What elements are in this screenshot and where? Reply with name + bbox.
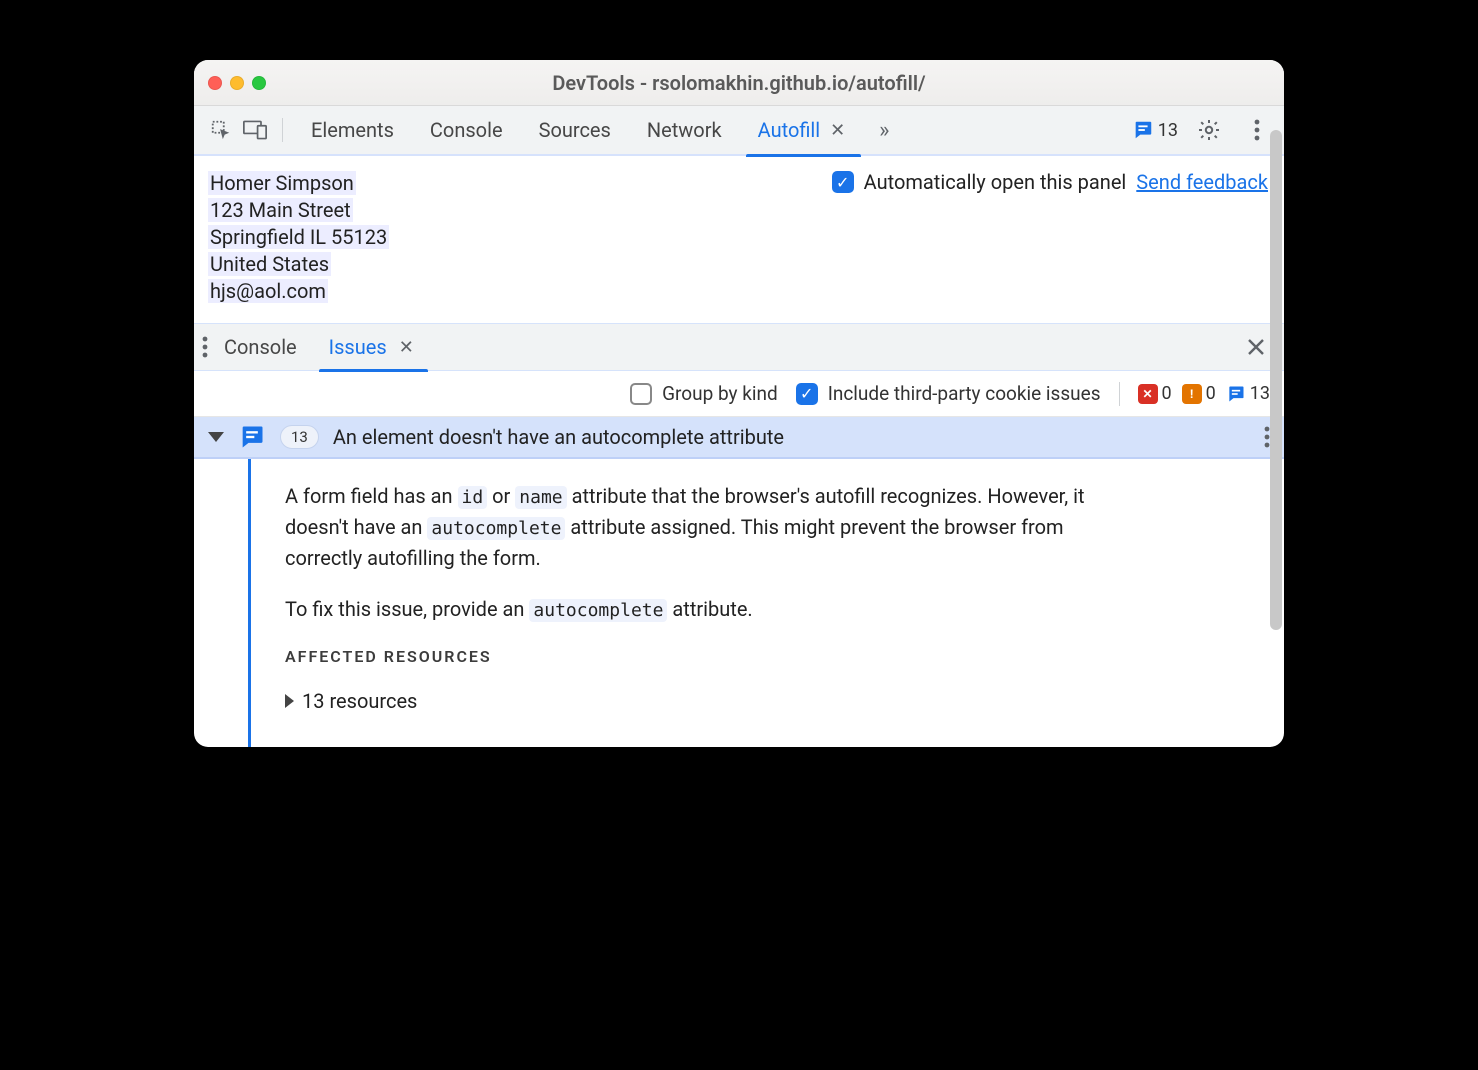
include-third-party-checkbox[interactable]: ✓ Include third-party cookie issues (796, 382, 1101, 405)
autofill-pane-controls: ✓ Automatically open this panel Send fee… (832, 170, 1268, 194)
tab-elements[interactable]: Elements (293, 105, 412, 155)
issue-info-icon (238, 423, 266, 451)
collapse-icon[interactable] (208, 432, 224, 442)
more-tabs-icon[interactable]: » (867, 113, 901, 147)
issue-body: A form field has an id or name attribute… (194, 459, 1284, 747)
settings-icon[interactable] (1192, 113, 1226, 147)
window-title: DevTools - rsolomakhin.github.io/autofil… (194, 71, 1284, 95)
issue-paragraph-2: To fix this issue, provide an autocomple… (285, 594, 1141, 625)
inspect-element-icon[interactable] (204, 113, 238, 147)
drawer-tab-console[interactable]: Console (208, 323, 313, 371)
drawer-tab-label: Issues (329, 335, 387, 359)
tab-console[interactable]: Console (412, 105, 521, 155)
tab-sources[interactable]: Sources (521, 105, 629, 155)
code-autocomplete: autocomplete (529, 599, 667, 622)
tab-label: Network (647, 118, 722, 142)
issues-counter-button[interactable]: 13 (1132, 119, 1178, 141)
close-tab-icon[interactable]: ✕ (826, 118, 849, 143)
scrollbar-thumb[interactable] (1270, 130, 1282, 630)
drawer-tab-label: Console (224, 335, 297, 359)
address-email: hjs@aol.com (208, 279, 328, 303)
code-name: name (515, 486, 566, 509)
main-toolbar: Elements Console Sources Network Autofil… (194, 106, 1284, 156)
autofill-pane: Homer Simpson 123 Main Street Springfiel… (194, 156, 1284, 323)
address-name: Homer Simpson (208, 171, 356, 195)
issues-count: 13 (1158, 120, 1178, 141)
auto-open-checkbox[interactable]: ✓ (832, 171, 854, 193)
address-country: United States (208, 252, 331, 276)
group-by-kind-checkbox[interactable]: Group by kind (630, 382, 778, 405)
warnings-count: 0 (1206, 383, 1216, 404)
affected-resources-title: AFFECTED RESOURCES (285, 645, 1141, 670)
address-csz: Springfield IL 55123 (208, 225, 389, 249)
include-third-party-label: Include third-party cookie issues (828, 382, 1101, 405)
devtools-window: DevTools - rsolomakhin.github.io/autofil… (194, 60, 1284, 747)
warning-icon: ! (1182, 384, 1202, 404)
warnings-filter[interactable]: ! 0 (1182, 383, 1216, 404)
errors-count: 0 (1162, 383, 1172, 404)
expand-icon (285, 694, 294, 708)
autofill-address-block: Homer Simpson 123 Main Street Springfiel… (208, 170, 389, 305)
info-icon (1226, 384, 1246, 404)
drawer-tab-bar: Console Issues ✕ (194, 323, 1284, 371)
drawer-tab-issues[interactable]: Issues ✕ (313, 323, 434, 371)
info-count: 13 (1250, 383, 1270, 404)
tab-network[interactable]: Network (629, 105, 740, 155)
tab-label: Sources (539, 118, 611, 142)
auto-open-label: Automatically open this panel (864, 170, 1127, 194)
group-by-kind-label: Group by kind (662, 382, 778, 405)
error-icon: ✕ (1138, 384, 1158, 404)
titlebar: DevTools - rsolomakhin.github.io/autofil… (194, 60, 1284, 106)
info-filter[interactable]: 13 (1226, 383, 1270, 404)
checkbox-icon (630, 383, 652, 405)
tab-autofill[interactable]: Autofill ✕ (740, 105, 868, 155)
issue-header[interactable]: 13 An element doesn't have an autocomple… (194, 417, 1284, 459)
issue-kind-filters: ✕ 0 ! 0 13 (1138, 383, 1270, 404)
address-street: 123 Main Street (208, 198, 353, 222)
issue-count-pill: 13 (280, 425, 319, 449)
tab-label: Console (430, 118, 503, 142)
code-id: id (458, 486, 488, 509)
resources-label: 13 resources (302, 686, 417, 717)
toolbar-separator (282, 118, 283, 142)
tab-label: Autofill (758, 118, 821, 142)
kebab-menu-icon[interactable] (1240, 113, 1274, 147)
device-toolbar-icon[interactable] (238, 113, 272, 147)
tab-label: Elements (311, 118, 394, 142)
checkbox-icon: ✓ (796, 383, 818, 405)
send-feedback-link[interactable]: Send feedback (1136, 170, 1268, 194)
separator (1119, 382, 1120, 406)
close-tab-icon[interactable]: ✕ (395, 335, 418, 360)
code-autocomplete: autocomplete (427, 517, 565, 540)
issue-title: An element doesn't have an autocomplete … (333, 425, 784, 449)
issues-toolbar: Group by kind ✓ Include third-party cook… (194, 371, 1284, 417)
errors-filter[interactable]: ✕ 0 (1138, 383, 1172, 404)
affected-resources-toggle[interactable]: 13 resources (285, 686, 1141, 717)
issue-paragraph-1: A form field has an id or name attribute… (285, 481, 1141, 574)
